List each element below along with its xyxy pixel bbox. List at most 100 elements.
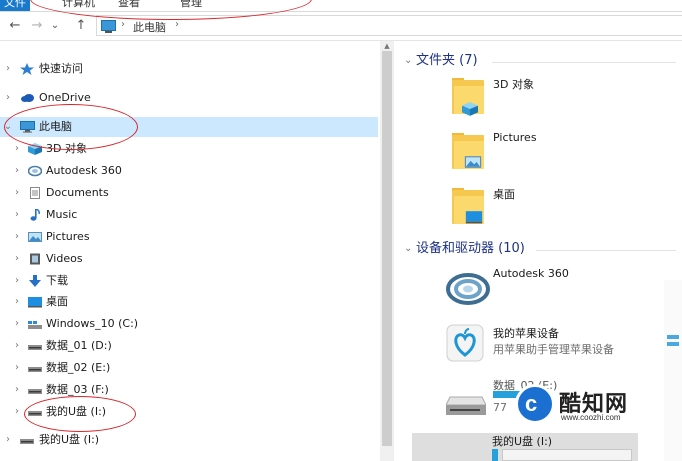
ribbon: 文件 计算机 查看 管理 <box>0 0 682 12</box>
folder-item-pictures[interactable]: Pictures <box>446 127 676 175</box>
nav-item-drive-e[interactable]: › 数据_02 (E:) <box>0 358 378 378</box>
usb-drive-icon <box>28 411 42 416</box>
chevron-down-icon[interactable]: ⌄ <box>404 51 412 71</box>
nav-item-desktop[interactable]: › 桌面 <box>0 292 378 312</box>
nav-item-label: Documents <box>46 186 109 199</box>
forward-arrow-icon[interactable]: → <box>28 17 46 35</box>
chevron-right-icon[interactable]: › <box>12 402 22 422</box>
group-divider <box>492 62 676 63</box>
nav-item-label: Autodesk 360 <box>46 164 122 177</box>
chevron-right-icon[interactable]: › <box>12 292 22 312</box>
chevron-right-icon[interactable]: › <box>3 59 13 79</box>
nav-item-quick-access[interactable]: › 快速访问 <box>0 59 378 79</box>
chevron-right-icon[interactable]: › <box>12 380 22 400</box>
usb-drive-icon <box>20 439 34 444</box>
chevron-right-icon[interactable]: › <box>12 205 22 225</box>
chevron-right-icon[interactable]: › <box>12 183 22 203</box>
nav-item-label: Pictures <box>46 230 90 243</box>
nav-item-label: OneDrive <box>39 91 91 104</box>
navigation-scrollbar[interactable]: ▲ <box>380 41 394 461</box>
item-label: 3D 对象 <box>493 78 534 91</box>
nav-item-downloads[interactable]: › 下载 <box>0 271 378 291</box>
nav-item-3d-objects[interactable]: › 3D 对象 <box>0 139 378 159</box>
drive-usage-bar <box>492 449 498 461</box>
toolbar: ← → ⌄ ↑ › 此电脑 › <box>0 12 682 41</box>
folder-icon <box>452 133 484 169</box>
nav-item-documents[interactable]: › Documents <box>0 183 378 203</box>
nav-item-usb-drive-root[interactable]: › 我的U盘 (I:) <box>0 430 378 450</box>
watermark: c 酷知网 www.coozhi.com <box>515 378 655 432</box>
chevron-right-icon[interactable]: › <box>12 358 22 378</box>
ribbon-tab-view[interactable]: 查看 <box>114 0 144 11</box>
nav-item-label: Videos <box>46 252 83 265</box>
ribbon-tab-file[interactable]: 文件 <box>0 0 30 11</box>
breadcrumb-this-pc[interactable]: 此电脑 <box>133 19 166 35</box>
nav-item-label: 数据_01 (D:) <box>46 339 112 352</box>
ribbon-tab-computer[interactable]: 计算机 <box>58 0 99 11</box>
nav-item-label: 数据_03 (F:) <box>46 383 109 396</box>
autodesk-icon <box>28 165 42 177</box>
nav-item-videos[interactable]: › Videos <box>0 249 378 269</box>
nav-item-pictures[interactable]: › Pictures <box>0 227 378 247</box>
folder-item-desktop[interactable]: 桌面 <box>446 182 676 230</box>
star-icon <box>20 63 34 75</box>
download-icon <box>29 275 41 287</box>
device-item-autodesk-360[interactable]: Autodesk 360 <box>446 263 676 311</box>
item-label: 桌面 <box>493 188 515 201</box>
chevron-right-icon[interactable]: › <box>12 227 22 247</box>
recent-locations-icon[interactable]: ⌄ <box>48 17 62 35</box>
item-label: 我的U盘 (I:) <box>492 435 553 448</box>
chevron-right-icon[interactable]: › <box>12 161 22 181</box>
address-bar[interactable]: › 此电脑 › <box>96 15 682 36</box>
computer-icon <box>101 20 116 33</box>
device-item-apple-device[interactable]: 我的苹果设备 用苹果助手管理苹果设备 <box>446 321 676 369</box>
cube-icon <box>462 102 478 116</box>
nav-item-label: 3D 对象 <box>46 142 87 155</box>
nav-item-autodesk-360[interactable]: › Autodesk 360 <box>0 161 378 181</box>
nav-item-label: 桌面 <box>46 295 68 308</box>
chevron-right-icon[interactable]: › <box>12 336 22 356</box>
selected-item-highlight[interactable]: 我的U盘 (I:) <box>412 433 638 461</box>
chevron-right-icon[interactable]: › <box>12 314 22 334</box>
nav-item-drive-f[interactable]: › 数据_03 (F:) <box>0 380 378 400</box>
item-description: 用苹果助手管理苹果设备 <box>493 343 614 356</box>
scrollbar-thumb[interactable] <box>382 51 392 446</box>
group-header-label: 文件夹 (7) <box>416 53 478 68</box>
chevron-down-icon[interactable]: ⌄ <box>3 117 13 137</box>
nav-item-onedrive[interactable]: › OneDrive <box>0 88 378 108</box>
pictures-icon <box>28 232 42 242</box>
group-divider <box>536 250 676 251</box>
item-description: 77 <box>493 401 507 414</box>
folder-item-3d-objects[interactable]: 3D 对象 <box>446 72 676 120</box>
nav-item-label: Music <box>46 208 78 221</box>
chevron-right-icon[interactable]: › <box>3 88 13 108</box>
drive-icon <box>28 389 42 394</box>
chevron-right-icon[interactable]: › <box>12 271 22 291</box>
nav-item-usb-drive[interactable]: › 我的U盘 (I:) <box>0 402 378 422</box>
breadcrumb-separator[interactable]: › <box>175 19 179 30</box>
chevron-right-icon[interactable]: › <box>3 430 13 450</box>
document-icon <box>30 187 40 199</box>
strip-marker <box>667 335 679 339</box>
music-icon <box>30 209 40 221</box>
cube-icon <box>28 143 42 155</box>
back-arrow-icon[interactable]: ← <box>6 17 24 35</box>
nav-item-drive-c[interactable]: › Windows_10 (C:) <box>0 314 378 334</box>
windows-drive-icon <box>28 321 42 329</box>
up-arrow-icon[interactable]: ↑ <box>72 17 90 35</box>
nav-item-music[interactable]: › Music <box>0 205 378 225</box>
nav-item-drive-d[interactable]: › 数据_01 (D:) <box>0 336 378 356</box>
drive-usage-track <box>502 449 632 461</box>
chevron-right-icon[interactable]: › <box>12 139 22 159</box>
chevron-down-icon[interactable]: ⌄ <box>404 239 412 259</box>
folder-icon <box>452 78 484 116</box>
breadcrumb-separator[interactable]: › <box>121 19 125 30</box>
scroll-up-arrow-icon[interactable]: ▲ <box>380 41 394 51</box>
ribbon-tab-manage[interactable]: 管理 <box>176 0 206 11</box>
nav-item-this-pc[interactable]: ⌄ 此电脑 <box>0 117 378 137</box>
autodesk-icon <box>446 273 490 305</box>
chevron-right-icon[interactable]: › <box>12 249 22 269</box>
strip-marker <box>667 342 679 346</box>
right-scroll-strip <box>664 280 682 461</box>
desktop-icon <box>465 211 483 224</box>
